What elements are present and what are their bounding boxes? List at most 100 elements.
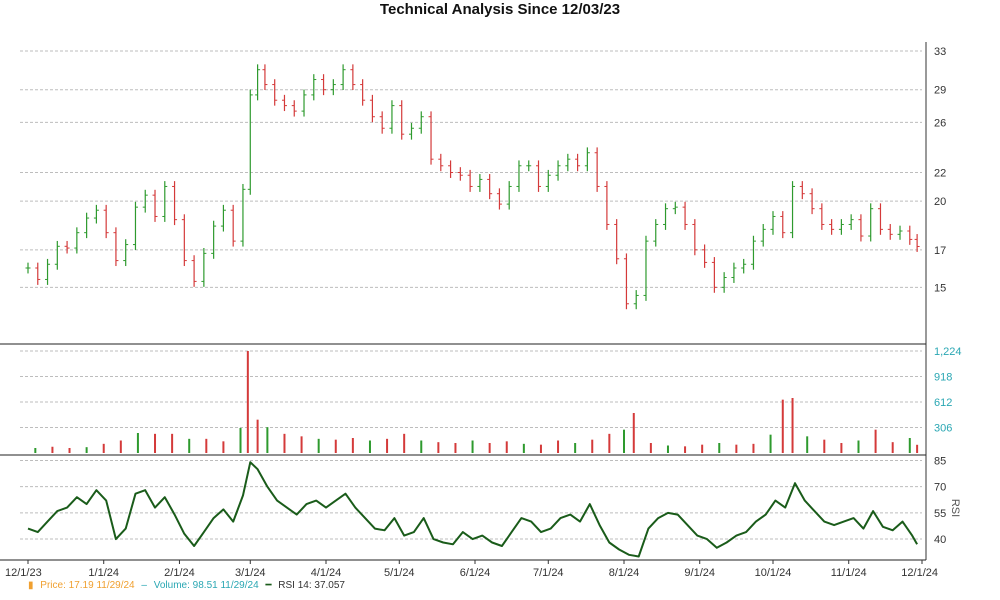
price-bar	[838, 219, 844, 235]
legend: ▮ Price: 17.19 11/29/24 – Volume: 98.51 …	[28, 580, 349, 591]
volume-bar	[437, 442, 440, 453]
price-bar	[35, 262, 41, 285]
price-bar	[887, 224, 893, 240]
x-axis-tick-label: 3/1/24	[235, 567, 266, 579]
volume-bar	[154, 433, 157, 453]
panel-frames	[0, 42, 927, 564]
volume-bar	[266, 427, 269, 453]
price-bar	[330, 79, 336, 96]
rsi-axis-tick-label: 70	[934, 482, 946, 494]
volume-bar	[781, 399, 784, 453]
rsi-axis-tick-label: 55	[934, 508, 946, 520]
price-bar	[682, 201, 688, 230]
volume-bar	[68, 448, 71, 453]
axis-labels: 15 17 20 22 26 29 33 306 612 918 1,224 40 55 70 85 RSI 1…	[5, 46, 962, 579]
price-bar	[575, 153, 581, 172]
rsi-legend-text: RSI 14: 37.057	[278, 580, 345, 591]
volume-axis-tick-label: 918	[934, 372, 952, 384]
volume-axis-tick-label: 306	[934, 423, 952, 435]
price-bar	[487, 174, 493, 200]
price-bar	[123, 239, 129, 267]
price-axis-tick-label: 20	[934, 196, 946, 208]
price-bar	[721, 272, 727, 293]
volume-bar	[51, 446, 54, 453]
price-bar	[54, 240, 60, 270]
volume-bar	[283, 433, 286, 453]
price-bar	[438, 153, 444, 172]
volume-bar	[891, 442, 894, 453]
volume-bar	[505, 441, 508, 453]
volume-bar	[823, 439, 826, 453]
x-axis-tick-label: 7/1/24	[533, 567, 564, 579]
volume-legend-icon: –	[141, 580, 147, 591]
x-axis-tick-label: 11/1/24	[831, 567, 867, 579]
volume-bar	[102, 443, 105, 453]
volume-bar	[188, 438, 191, 453]
price-bar	[750, 235, 756, 270]
volume-bar	[649, 443, 652, 453]
volume-bar	[171, 433, 174, 453]
price-bar	[262, 64, 268, 91]
volume-bar	[557, 440, 560, 453]
x-axis-tick-label: 6/1/24	[460, 567, 491, 579]
volume-bar	[222, 441, 225, 453]
price-bar	[672, 201, 678, 215]
price-bar	[516, 160, 522, 192]
volume-bar	[718, 443, 721, 453]
rsi-line	[27, 461, 918, 558]
price-bar	[702, 244, 708, 268]
volume-bar	[591, 439, 594, 453]
volume-bar	[34, 448, 37, 453]
volume-bar	[574, 443, 577, 453]
price-legend-text: Price: 17.19 11/29/24	[40, 580, 135, 591]
price-legend-icon: ▮	[28, 580, 34, 591]
price-axis-tick-label: 29	[934, 85, 946, 97]
volume-bar	[351, 438, 354, 453]
price-bar	[191, 255, 197, 287]
volume-bar	[857, 440, 860, 453]
price-bar	[614, 219, 620, 265]
price-axis-tick-label: 22	[934, 168, 946, 180]
price-bar	[321, 74, 327, 96]
volume-bar	[471, 440, 474, 453]
volume-bar	[769, 434, 772, 453]
price-bar	[467, 169, 473, 192]
price-bar	[389, 100, 395, 134]
price-bar	[25, 262, 31, 274]
price-bar	[731, 262, 737, 283]
price-axis-tick-label: 17	[934, 245, 946, 257]
price-bar	[311, 74, 317, 101]
price-bar	[457, 167, 463, 181]
price-bar	[829, 219, 835, 235]
price-bar	[220, 204, 226, 232]
price-bar	[132, 201, 138, 251]
price-bar	[653, 219, 659, 247]
volume-bar	[539, 444, 542, 453]
price-bar	[113, 227, 119, 267]
price-bar	[633, 290, 639, 310]
price-bar	[281, 94, 287, 112]
volume-bar	[85, 447, 88, 453]
price-axis-tick-label: 15	[934, 282, 946, 294]
x-axis-tick-label: 12/1/23	[5, 567, 42, 579]
volume-bar	[239, 428, 242, 453]
price-bar	[897, 225, 903, 240]
price-bar	[448, 160, 454, 178]
price-bar	[291, 100, 297, 117]
x-axis-tick-label: 5/1/24	[384, 567, 415, 579]
price-bar	[272, 79, 278, 106]
volume-bar	[684, 446, 687, 453]
price-bar	[418, 111, 424, 134]
price-bar	[408, 122, 414, 140]
x-axis-tick-label: 2/1/24	[164, 567, 195, 579]
price-bar	[877, 203, 883, 235]
volume-bar	[317, 438, 320, 453]
rsi-axis-label: RSI	[949, 499, 961, 517]
volume-bar	[522, 443, 525, 453]
grid-lines	[20, 50, 922, 540]
price-bar	[152, 189, 158, 222]
volume-bar	[623, 429, 625, 453]
price-bar	[477, 174, 483, 192]
price-bar	[211, 220, 217, 259]
price-bar	[536, 160, 542, 192]
